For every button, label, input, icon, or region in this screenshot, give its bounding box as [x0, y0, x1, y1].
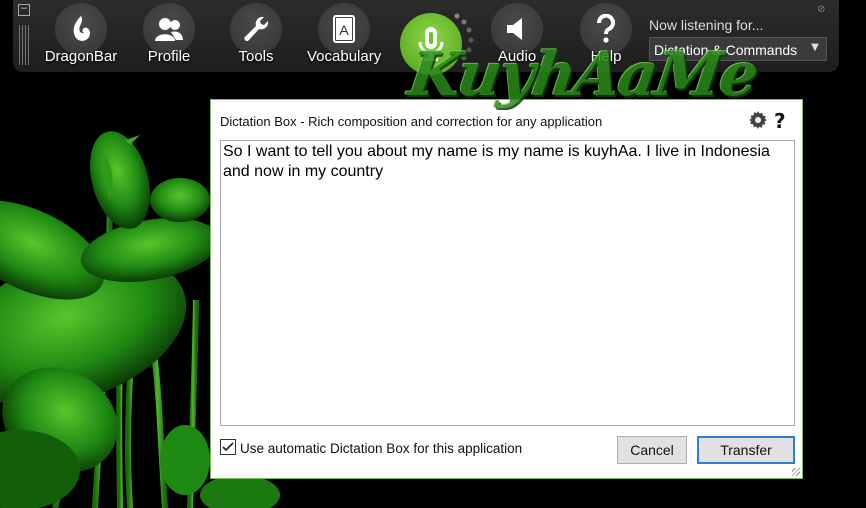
auto-dictation-label[interactable]: Use automatic Dictation Box for this app… [240, 441, 522, 456]
pin-icon[interactable]: ⊘ [817, 5, 827, 15]
gear-icon[interactable] [748, 110, 768, 130]
profile-label: Profile [147, 48, 191, 65]
help-label: Help [590, 48, 622, 65]
dragon-bar: − ⊘ DragonBar Profile Tools A Vocabulary… [13, 0, 839, 75]
dictation-box-title: Dictation Box - Rich composition and cor… [220, 114, 603, 129]
speaker-icon [507, 18, 522, 40]
profile-button[interactable]: Profile [132, 3, 206, 71]
audio-level-dots-icon [454, 13, 474, 61]
dragonbar-button[interactable]: DragonBar [44, 3, 118, 71]
checkmark-icon [222, 442, 234, 452]
dictation-box-window: Dictation Box - Rich composition and cor… [210, 99, 803, 479]
minimize-icon[interactable]: − [18, 4, 30, 16]
drag-handle[interactable] [19, 25, 29, 65]
tools-button[interactable]: Tools [219, 3, 293, 71]
chevron-down-icon: ▼ [811, 42, 819, 53]
help-button[interactable]: Help [569, 3, 643, 71]
auto-dictation-checkbox[interactable] [220, 439, 236, 455]
listening-label: Now listening for... [649, 17, 764, 33]
tools-label: Tools [238, 48, 274, 65]
help-icon[interactable]: ? [774, 109, 786, 133]
listening-mode-select[interactable]: Dictation & Commands ▼ [649, 37, 827, 61]
audio-button[interactable]: Audio [480, 3, 554, 71]
microphone-icon [418, 27, 444, 61]
resize-grip[interactable] [792, 468, 800, 476]
dragonbar-label: DragonBar [44, 48, 118, 65]
wrench-icon [244, 16, 269, 41]
vocabulary-button[interactable]: A Vocabulary [307, 3, 381, 71]
listening-mode-value: Dictation & Commands [654, 42, 798, 58]
vocabulary-label: Vocabulary [307, 48, 382, 65]
book-a-icon: A [333, 15, 355, 43]
audio-label: Audio [497, 48, 537, 65]
dragon-flame-icon [73, 16, 91, 41]
cancel-button[interactable]: Cancel [617, 436, 687, 464]
question-icon [597, 14, 615, 43]
users-icon [155, 18, 183, 41]
transfer-button[interactable]: Transfer [697, 436, 795, 464]
dictation-text-area[interactable]: So I want to tell you about my name is m… [220, 140, 795, 426]
svg-text:A: A [339, 22, 349, 38]
